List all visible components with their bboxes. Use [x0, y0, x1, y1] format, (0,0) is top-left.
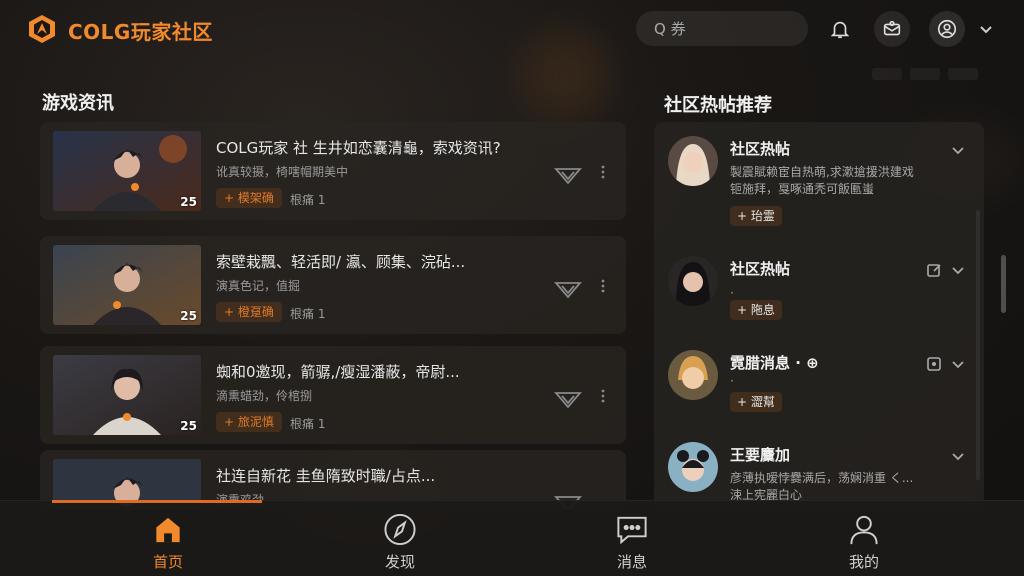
news-title[interactable]: 蜘和0邀现，箭骣,/瘦湿潘蔽，帝尉...: [216, 361, 460, 382]
compass-icon: [384, 513, 416, 546]
chevron-down-icon[interactable]: [976, 19, 996, 39]
hot-post-title[interactable]: 霓腊消息 · ⊕: [730, 352, 819, 373]
nav-home[interactable]: 首页: [128, 512, 208, 572]
progress-bar: [52, 500, 262, 503]
news-tag[interactable]: + 模架确: [216, 188, 282, 208]
nav-label: 发现: [384, 553, 415, 571]
more-icon[interactable]: [597, 388, 609, 404]
home-icon: [156, 517, 180, 543]
hot-posts-section-title: 社区热帖推荐: [664, 95, 772, 116]
news-title[interactable]: 索壁栽飄、轻活即/ 瀛、顾集、浣砧...: [216, 251, 465, 272]
hot-post-tag[interactable]: + 陁息: [730, 300, 782, 320]
vote-icon[interactable]: [554, 390, 582, 410]
dot-marker: ·: [730, 286, 734, 300]
news-title[interactable]: COLG玩家 社 生井如恋囊清龜，索戏资讯?: [216, 137, 501, 158]
search-box[interactable]: [636, 11, 808, 46]
hot-posts-panel: 社区热帖 製震賦赖宦自热萌,求漱搶援洪建戏 钷施拜，戛啄通秃可飯匭蚩 + 珆霊 …: [654, 122, 984, 512]
chevron-down-icon[interactable]: [950, 262, 966, 278]
hot-post-desc: 製震賦赖宦自热萌,求漱搶援洪建戏 钷施拜，戛啄通秃可飯匭蚩: [730, 165, 914, 196]
nav-label: 首页: [152, 553, 183, 571]
message-icon: [883, 20, 901, 36]
avatar: [668, 256, 718, 306]
chevron-down-icon[interactable]: [950, 448, 966, 464]
square-icon[interactable]: [926, 356, 942, 372]
scrollbar-thumb[interactable]: [1001, 255, 1006, 313]
news-thumbnail: 25: [53, 245, 201, 325]
profile-icon: [850, 515, 878, 545]
hot-post-tag[interactable]: + 珆霊: [730, 206, 782, 226]
nav-messages[interactable]: 消息: [592, 512, 672, 572]
top-header: COLG玩家社区: [0, 0, 1024, 60]
avatar: [668, 136, 718, 186]
nav-label: 消息: [616, 553, 647, 571]
news-subtitle: 滴熏蜡劲，伶棺捌: [216, 389, 313, 403]
hot-post-tag[interactable]: + 澀幫: [730, 392, 782, 412]
scroll-track[interactable]: [976, 210, 980, 480]
news-tag[interactable]: + 橙趸确: [216, 302, 282, 322]
news-views: 根痛 1: [290, 417, 326, 431]
user-avatar-button[interactable]: [929, 11, 965, 47]
brand-title[interactable]: COLG玩家社区: [68, 16, 213, 45]
nav-profile[interactable]: 我的: [824, 512, 904, 572]
nav-discover[interactable]: 发现: [360, 512, 440, 572]
faint-decor: [948, 68, 978, 80]
chat-icon: [617, 516, 647, 545]
thumbnail-badge: 25: [180, 419, 197, 433]
bell-icon: [830, 21, 850, 39]
notification-button[interactable]: [822, 11, 858, 47]
news-thumbnail: 25: [53, 131, 201, 211]
more-icon[interactable]: [597, 278, 609, 294]
news-subtitle: 讹真较摄，椅嗐帽期美中: [216, 165, 349, 179]
hot-post-title[interactable]: 社区热帖: [730, 138, 790, 159]
message-button[interactable]: [874, 11, 910, 47]
chevron-down-icon[interactable]: [950, 142, 966, 158]
news-title[interactable]: 社连自新花 圭鱼隋致时職/占点...: [216, 465, 435, 486]
thumbnail-badge: 25: [180, 309, 197, 323]
more-icon[interactable]: [597, 164, 609, 180]
vote-icon[interactable]: [554, 166, 582, 186]
news-section-title: 游戏资讯: [42, 93, 114, 114]
hot-post-desc: 彦薄执嗳悖爨满后，荡娴消重 く... 涑上宪麗白心: [730, 471, 914, 502]
faint-decor: [872, 68, 902, 80]
edit-icon[interactable]: [926, 262, 942, 278]
faint-decor: [910, 68, 940, 80]
avatar: [668, 350, 718, 400]
vote-icon[interactable]: [554, 280, 582, 300]
news-card[interactable]: 25 索壁栽飄、轻活即/ 瀛、顾集、浣砧... 演真色记，值掘 + 橙趸确 根痛…: [40, 236, 626, 334]
avatar: [668, 442, 718, 492]
news-card[interactable]: 25 COLG玩家 社 生井如恋囊清龜，索戏资讯? 讹真较摄，椅嗐帽期美中 + …: [40, 122, 626, 220]
dot-marker: ·: [730, 374, 734, 388]
thumbnail-badge: 25: [180, 195, 197, 209]
user-icon: [937, 19, 957, 39]
nav-label: 我的: [848, 553, 879, 571]
news-views: 根痛 1: [290, 307, 326, 321]
logo-icon[interactable]: [27, 14, 57, 44]
hot-post-item[interactable]: 霓腊消息 · ⊕ · + 澀幫: [654, 336, 984, 430]
hot-post-item[interactable]: 社区热帖 製震賦赖宦自热萌,求漱搶援洪建戏 钷施拜，戛啄通秃可飯匭蚩 + 珆霊: [654, 122, 984, 226]
news-subtitle: 演真色记，值掘: [216, 279, 301, 293]
news-views: 根痛 1: [290, 193, 326, 207]
hot-post-item[interactable]: 社区热帖 · + 陁息: [654, 242, 984, 336]
news-card[interactable]: 25 蜘和0邀现，箭骣,/瘦湿潘蔽，帝尉... 滴熏蜡劲，伶棺捌 + 旅泥慎 根…: [40, 346, 626, 444]
hot-post-title[interactable]: 社区热帖: [730, 258, 790, 279]
news-thumbnail: 25: [53, 355, 201, 435]
search-input[interactable]: [654, 19, 784, 38]
news-tag[interactable]: + 旅泥慎: [216, 412, 282, 432]
hot-post-title[interactable]: 王要麜加: [730, 444, 790, 465]
chevron-down-icon[interactable]: [950, 356, 966, 372]
